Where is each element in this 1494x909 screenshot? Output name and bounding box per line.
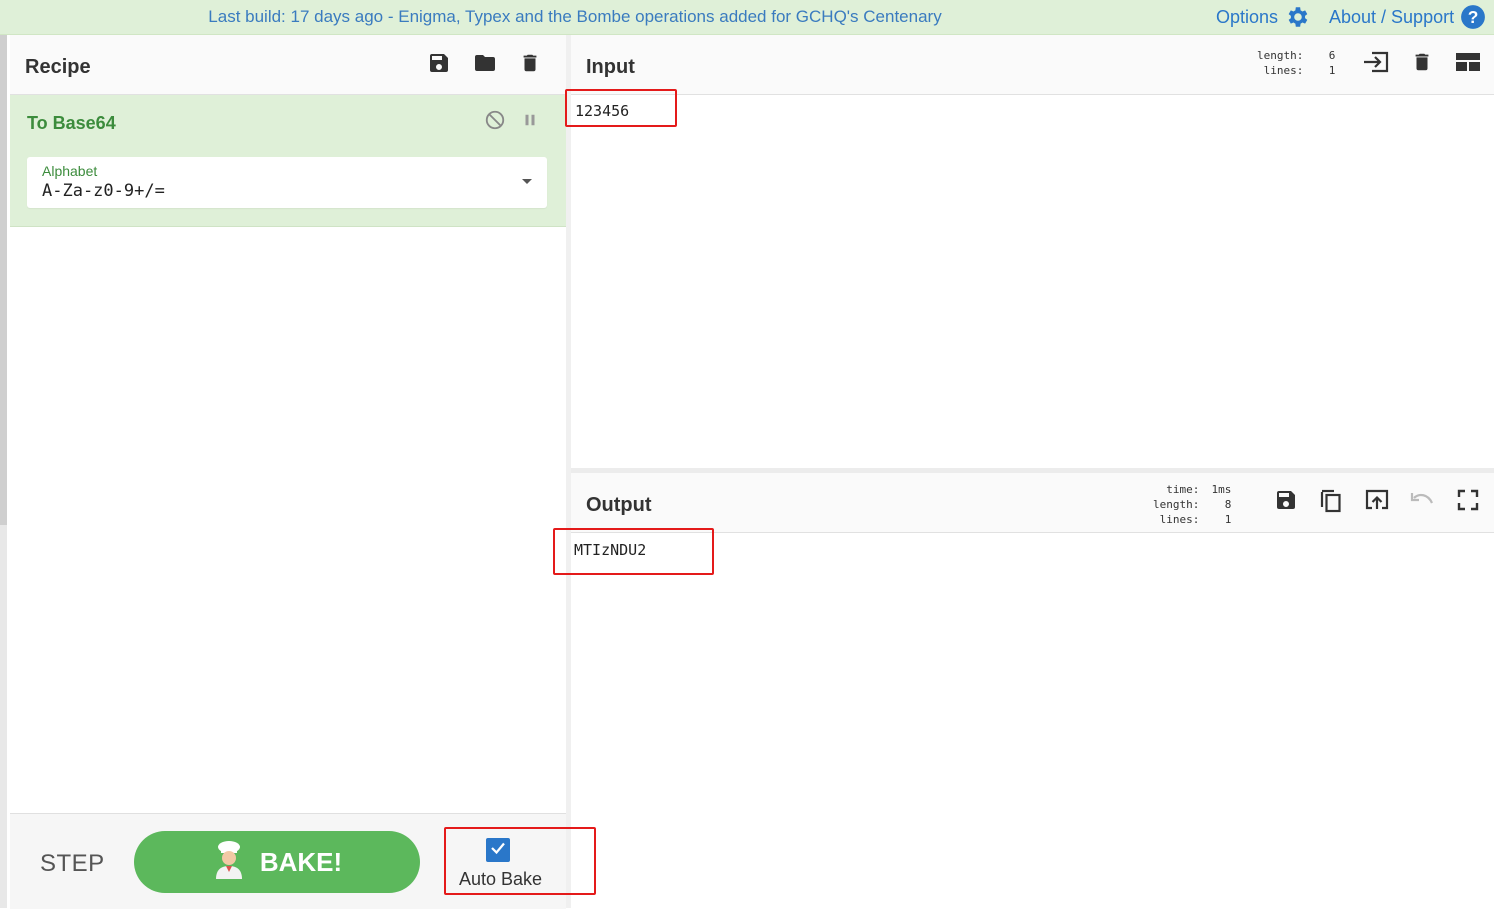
copy-output-button[interactable] [1316,487,1346,517]
output-time-value: 1ms [1211,483,1232,496]
folder-icon [472,51,498,80]
breakpoint-button[interactable] [515,107,545,137]
replace-input-icon [1364,488,1390,517]
trash-icon [1411,50,1433,79]
auto-bake-checkbox[interactable] [486,838,510,862]
gear-icon [1284,4,1310,30]
notification-banner: Last build: 17 days ago - Enigma, Typex … [0,0,1494,35]
undo-icon [1409,490,1435,515]
load-file-button[interactable] [1361,49,1391,79]
left-edge-bar [0,35,7,525]
output-stats: time: 1ms length: 8 lines: 1 [1153,482,1231,527]
input-title: Input [586,56,635,78]
auto-bake-toggle[interactable]: Auto Bake [448,830,568,890]
import-icon [1362,50,1390,79]
alphabet-label: Alphabet [42,163,98,179]
operation-title: To Base64 [27,113,116,133]
checkmark-icon [489,839,507,862]
input-length-value: 6 [1328,49,1336,62]
output-pane: Output time: 1ms length: 8 lines: 1 MTIz… [571,473,1494,908]
step-button[interactable]: STEP [40,850,105,878]
output-header: Output time: 1ms length: 8 lines: 1 [571,473,1494,533]
input-stats: length: 6 lines: 1 [1257,48,1335,78]
output-time-label: time: [1166,483,1200,496]
copy-icon [1319,487,1343,518]
output-text: MTIzNDU2 [574,541,647,559]
operation-to-base64[interactable]: To Base64 Alphabet A-Za-z0-9+/= [10,95,566,227]
output-lines-value: 1 [1224,513,1232,526]
input-length-label: length: [1257,49,1304,62]
options-label: Options [1216,7,1279,27]
alphabet-value: A-Za-z0-9+/= [42,181,165,201]
about-label: About / Support [1329,7,1455,27]
output-title: Output [586,494,652,516]
about-support-link[interactable]: About / Support ? [1329,0,1486,34]
layout-icon [1455,51,1481,78]
help-icon: ? [1460,4,1486,30]
clear-recipe-button[interactable] [515,50,545,80]
replace-input-button[interactable] [1362,487,1392,517]
save-icon [427,51,451,80]
input-text[interactable]: 123456 [575,102,629,120]
disable-icon [484,109,506,136]
options-link[interactable]: Options [1216,0,1310,34]
clear-input-button[interactable] [1407,49,1437,79]
chef-icon [212,839,246,886]
output-length-value: 8 [1224,498,1232,511]
undo-button[interactable] [1407,487,1437,517]
input-header: Input length: 6 lines: 1 [571,35,1494,95]
maximize-output-button[interactable] [1453,487,1483,517]
bake-controls: STEP BAKE! Auto Bake [10,813,566,909]
maximize-icon [1457,489,1479,516]
disable-operation-button[interactable] [480,107,510,137]
save-recipe-button[interactable] [424,50,454,80]
save-output-button[interactable] [1271,487,1301,517]
build-notice: Last build: 17 days ago - Enigma, Typex … [208,7,942,26]
bake-button[interactable]: BAKE! [134,831,420,893]
input-lines-value: 1 [1328,64,1336,77]
dropdown-caret-icon [522,179,532,184]
input-pane: Input length: 6 lines: 1 123456 [571,35,1494,468]
bake-label: BAKE! [259,846,343,877]
output-length-label: length: [1153,498,1200,511]
recipe-title: Recipe [25,56,91,78]
load-recipe-button[interactable] [470,50,500,80]
input-lines-label: lines: [1263,64,1304,77]
auto-bake-label: Auto Bake [459,869,543,889]
output-lines-label: lines: [1159,513,1200,526]
reset-layout-button[interactable] [1453,49,1483,79]
save-icon [1274,488,1298,517]
svg-text:?: ? [1468,7,1479,27]
pause-icon [521,111,539,134]
alphabet-select[interactable]: Alphabet A-Za-z0-9+/= [27,157,547,208]
recipe-pane: Recipe To Base64 Alphabet A-Za-z0-9+/= S… [10,35,567,909]
recipe-header: Recipe [10,35,566,95]
left-edge-bar-lower [0,525,7,908]
trash-icon [519,51,541,80]
